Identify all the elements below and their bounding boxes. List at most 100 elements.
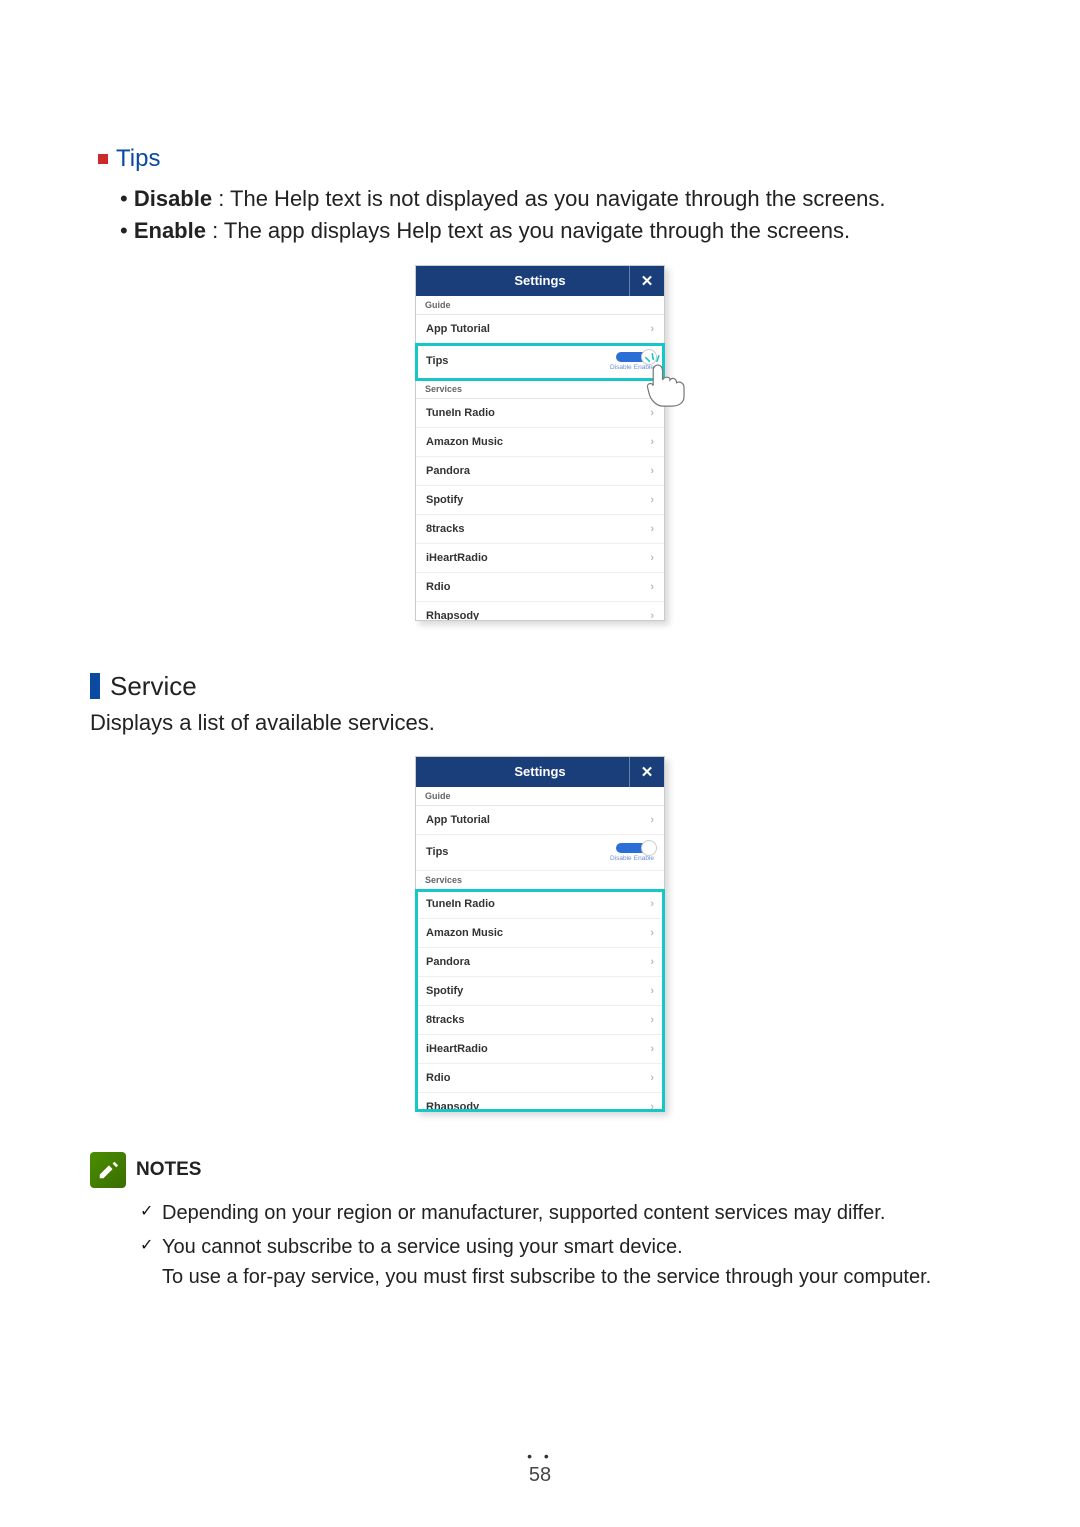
chevron-right-icon: › — [650, 436, 654, 448]
chevron-right-icon: › — [650, 956, 654, 968]
toggle-enable-label: Enable — [634, 855, 654, 862]
row-spotify[interactable]: Spotify › — [416, 977, 664, 1006]
phone-title: Settings — [514, 764, 565, 779]
tips-item-label: Enable — [134, 218, 206, 243]
phone-header: Settings ✕ — [416, 266, 664, 296]
close-icon[interactable]: ✕ — [629, 266, 664, 296]
page-dots-icon: • • — [0, 1448, 1080, 1464]
row-rhapsody[interactable]: Rhapsody › — [416, 1093, 664, 1111]
chevron-right-icon: › — [650, 610, 654, 620]
toggle-disable-label: Disable — [610, 855, 632, 862]
row-rdio[interactable]: Rdio › — [416, 1064, 664, 1093]
phone-mock-tips: Settings ✕ Guide App Tutorial › Tips Dis… — [90, 265, 990, 621]
tips-list: Disable : The Help text is not displayed… — [120, 183, 990, 247]
notes-head: NOTES — [90, 1152, 990, 1188]
phone-title: Settings — [514, 273, 565, 288]
row-tips[interactable]: Tips Disable Enable — [416, 835, 664, 871]
row-app-tutorial[interactable]: App Tutorial › — [416, 806, 664, 835]
note-text: Depending on your region or manufacturer… — [162, 1202, 885, 1224]
phone-header: Settings ✕ — [416, 757, 664, 787]
row-label: Tips — [426, 355, 448, 367]
chevron-right-icon: › — [650, 927, 654, 939]
tips-heading-text: Tips — [116, 145, 160, 173]
section-services-label: Services — [416, 871, 664, 890]
list-item: ✓ Depending on your region or manufactur… — [140, 1198, 990, 1228]
close-icon[interactable]: ✕ — [629, 757, 664, 787]
chevron-right-icon: › — [650, 1043, 654, 1055]
toggle-labels: Disable Enable — [610, 855, 654, 862]
row-pandora[interactable]: Pandora › — [416, 457, 664, 486]
list-item: ✓ You cannot subscribe to a service usin… — [140, 1232, 990, 1292]
chevron-right-icon: › — [650, 1101, 654, 1111]
row-amazon[interactable]: Amazon Music › — [416, 428, 664, 457]
row-8tracks[interactable]: 8tracks › — [416, 515, 664, 544]
row-label: TuneIn Radio — [426, 898, 495, 910]
chevron-right-icon: › — [650, 898, 654, 910]
chevron-right-icon: › — [650, 465, 654, 477]
list-item: Enable : The app displays Help text as y… — [120, 215, 990, 247]
chevron-right-icon: › — [650, 581, 654, 593]
chevron-right-icon: › — [650, 323, 654, 335]
row-label: Spotify — [426, 494, 463, 506]
chevron-right-icon: › — [650, 1014, 654, 1026]
hand-pointer-icon — [642, 352, 698, 408]
row-label: Pandora — [426, 465, 470, 477]
service-heading-text: Service — [110, 671, 197, 702]
row-label: Pandora — [426, 956, 470, 968]
note-text: You cannot subscribe to a service using … — [162, 1236, 683, 1258]
blue-bar-icon — [90, 673, 100, 699]
row-label: Rdio — [426, 581, 450, 593]
row-label: Spotify — [426, 985, 463, 997]
row-label: Rhapsody — [426, 610, 479, 620]
check-icon: ✓ — [140, 1234, 153, 1258]
check-icon: ✓ — [140, 1200, 153, 1224]
list-item: Disable : The Help text is not displayed… — [120, 183, 990, 215]
row-spotify[interactable]: Spotify › — [416, 486, 664, 515]
row-label: iHeartRadio — [426, 552, 488, 564]
row-rdio[interactable]: Rdio › — [416, 573, 664, 602]
notes-block: NOTES ✓ Depending on your region or manu… — [90, 1152, 990, 1292]
toggle-knob-icon — [641, 840, 657, 856]
row-label: Amazon Music — [426, 436, 503, 448]
section-guide-label: Guide — [416, 787, 664, 806]
row-rhapsody[interactable]: Rhapsody › — [416, 602, 664, 620]
service-desc: Displays a list of available services. — [90, 710, 990, 736]
row-label: TuneIn Radio — [426, 407, 495, 419]
chevron-right-icon: › — [650, 985, 654, 997]
row-amazon[interactable]: Amazon Music › — [416, 919, 664, 948]
notes-pencil-icon — [90, 1152, 126, 1188]
section-guide-label: Guide — [416, 296, 664, 315]
chevron-right-icon: › — [650, 523, 654, 535]
notes-list: ✓ Depending on your region or manufactur… — [140, 1198, 990, 1292]
row-tunein[interactable]: TuneIn Radio › — [416, 399, 664, 428]
tips-item-label: Disable — [134, 186, 212, 211]
row-tunein[interactable]: TuneIn Radio › — [416, 890, 664, 919]
row-tips[interactable]: Tips Disable Enable — [416, 344, 664, 380]
tips-item-text: : The Help text is not displayed as you … — [212, 186, 885, 211]
chevron-right-icon: › — [650, 1072, 654, 1084]
row-iheart[interactable]: iHeartRadio › — [416, 544, 664, 573]
row-iheart[interactable]: iHeartRadio › — [416, 1035, 664, 1064]
row-label: Amazon Music — [426, 927, 503, 939]
phone-mock-services: Settings ✕ Guide App Tutorial › Tips Dis… — [90, 756, 990, 1112]
chevron-right-icon: › — [650, 552, 654, 564]
row-label: App Tutorial — [426, 323, 490, 335]
chevron-right-icon: › — [650, 814, 654, 826]
phone-frame: Settings ✕ Guide App Tutorial › Tips Dis… — [415, 756, 665, 1112]
row-label: 8tracks — [426, 1014, 465, 1026]
row-app-tutorial[interactable]: App Tutorial › — [416, 315, 664, 344]
row-pandora[interactable]: Pandora › — [416, 948, 664, 977]
tips-heading: Tips — [98, 145, 990, 173]
row-label: Rhapsody — [426, 1101, 479, 1111]
row-label: iHeartRadio — [426, 1043, 488, 1055]
bullet-square-icon — [98, 154, 108, 164]
row-8tracks[interactable]: 8tracks › — [416, 1006, 664, 1035]
service-heading: Service — [90, 671, 990, 702]
section-services-label: Services — [416, 380, 664, 399]
tips-toggle[interactable]: Disable Enable — [610, 843, 654, 862]
toggle-disable-label: Disable — [610, 364, 632, 371]
chevron-right-icon: › — [650, 407, 654, 419]
phone-frame: Settings ✕ Guide App Tutorial › Tips Dis… — [415, 265, 665, 621]
row-rhapsody-clipped: Rhapsody › — [416, 1093, 664, 1111]
chevron-right-icon: › — [650, 494, 654, 506]
